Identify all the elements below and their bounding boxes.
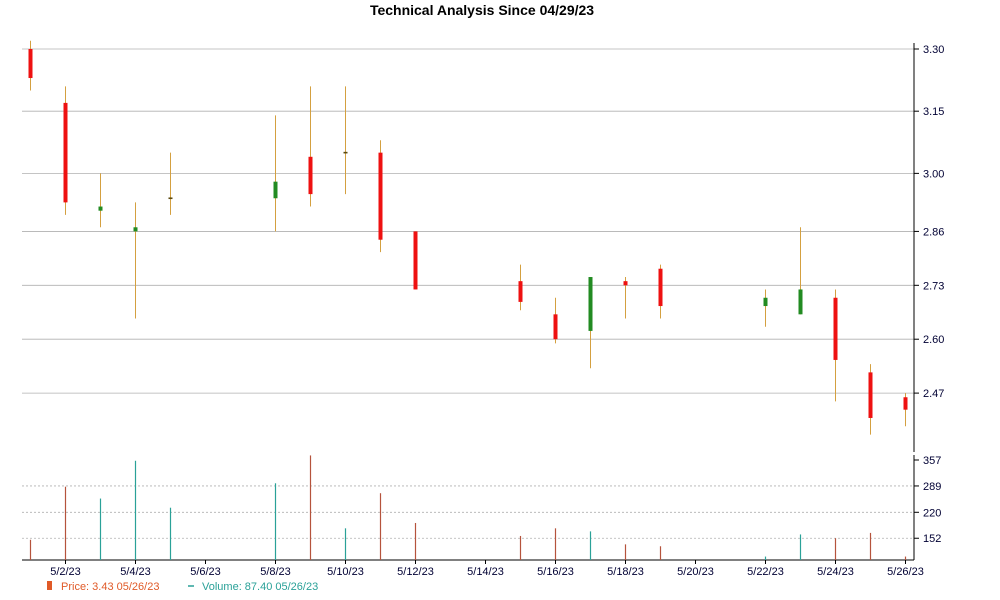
candle	[588, 277, 593, 369]
candle-body	[588, 277, 593, 331]
candle-body	[133, 227, 138, 232]
x-tick-label: 5/6/23	[190, 566, 221, 578]
x-tick-label: 5/16/23	[537, 566, 574, 578]
x-tick-label: 5/26/23	[887, 566, 924, 578]
candle-body	[658, 268, 663, 307]
candle-body	[833, 297, 838, 360]
candle-body	[343, 151, 348, 154]
plot-top-spacer	[22, 43, 914, 57]
candle-body	[28, 49, 33, 79]
candle	[308, 86, 313, 207]
candle	[623, 277, 628, 319]
price-tick-label: 3.00	[923, 168, 944, 180]
candle-body	[518, 281, 523, 302]
volume-axis-ticks: 152 220 289 357	[914, 455, 941, 545]
price-grid	[22, 48, 914, 394]
candle-body	[798, 289, 803, 315]
candle-body	[273, 181, 278, 199]
price-tick-label: 2.60	[923, 334, 944, 346]
candle-body	[553, 314, 558, 340]
price-tick-label: 2.47	[923, 388, 944, 400]
volume-tick-label: 289	[923, 481, 941, 493]
candle	[133, 202, 138, 319]
candle	[763, 289, 768, 327]
x-axis-ticks: 5/2/23 5/4/23 5/6/23 5/8/23 5/10/23 5/12/23 5/…	[50, 560, 924, 578]
x-tick-label: 5/18/23	[607, 566, 644, 578]
candle	[868, 364, 873, 435]
x-tick-label: 5/8/23	[260, 566, 291, 578]
price-legend-swatch	[47, 581, 52, 590]
price-tick-label: 2.86	[923, 226, 944, 238]
price-legend-label: Price: 3.43 05/26/23	[61, 581, 159, 593]
x-tick-label: 5/10/23	[327, 566, 364, 578]
candle	[343, 86, 348, 195]
candle-body	[763, 297, 768, 307]
candle-body	[868, 372, 873, 418]
chart-title: Technical Analysis Since 04/29/23	[370, 2, 594, 18]
candle-body	[98, 206, 103, 211]
x-tick-label: 5/24/23	[817, 566, 854, 578]
volume-legend-label: Volume: 87.40 05/26/23	[202, 581, 318, 593]
price-tick-label: 3.30	[923, 44, 944, 56]
candle	[658, 264, 663, 319]
volume-grid	[22, 485, 914, 539]
candle	[98, 173, 103, 228]
x-tick-label: 5/4/23	[120, 566, 151, 578]
volume-tick-label: 357	[923, 455, 941, 467]
price-series	[28, 40, 908, 435]
x-tick-label: 5/12/23	[397, 566, 434, 578]
price-tick-label: 2.73	[923, 280, 944, 292]
candle	[798, 227, 803, 315]
candle	[833, 289, 838, 402]
x-tick-label: 5/22/23	[747, 566, 784, 578]
volume-tick-label: 152	[923, 533, 941, 545]
candle	[413, 231, 418, 290]
candle-body	[413, 231, 418, 290]
candle	[28, 40, 33, 91]
volume-series	[29, 455, 907, 560]
x-tick-label: 5/20/23	[677, 566, 714, 578]
price-axis-ticks: 2.47 2.60 2.73 2.86 3.00 3.15 3.30	[914, 44, 944, 400]
price-tick-label: 3.15	[923, 106, 944, 118]
candle-body	[63, 102, 68, 203]
candle	[903, 393, 908, 427]
candle-body	[308, 156, 313, 195]
volume-tick-label: 220	[923, 507, 941, 519]
candle	[518, 264, 523, 311]
candle-body	[903, 397, 908, 410]
technical-analysis-chart: Technical Analysis Since 04/29/23 2.472.…	[22, 2, 944, 593]
candle-body	[168, 197, 173, 200]
x-tick-label: 5/14/23	[467, 566, 504, 578]
candle-body	[378, 152, 383, 240]
candle-body	[623, 281, 628, 286]
candle	[63, 86, 68, 215]
chart-legend: Price: 3.43 05/26/23 Volume: 87.40 05/26…	[47, 581, 318, 593]
candle	[378, 140, 383, 253]
candle	[553, 297, 558, 344]
candle	[168, 152, 173, 215]
x-tick-label: 5/2/23	[50, 566, 81, 578]
